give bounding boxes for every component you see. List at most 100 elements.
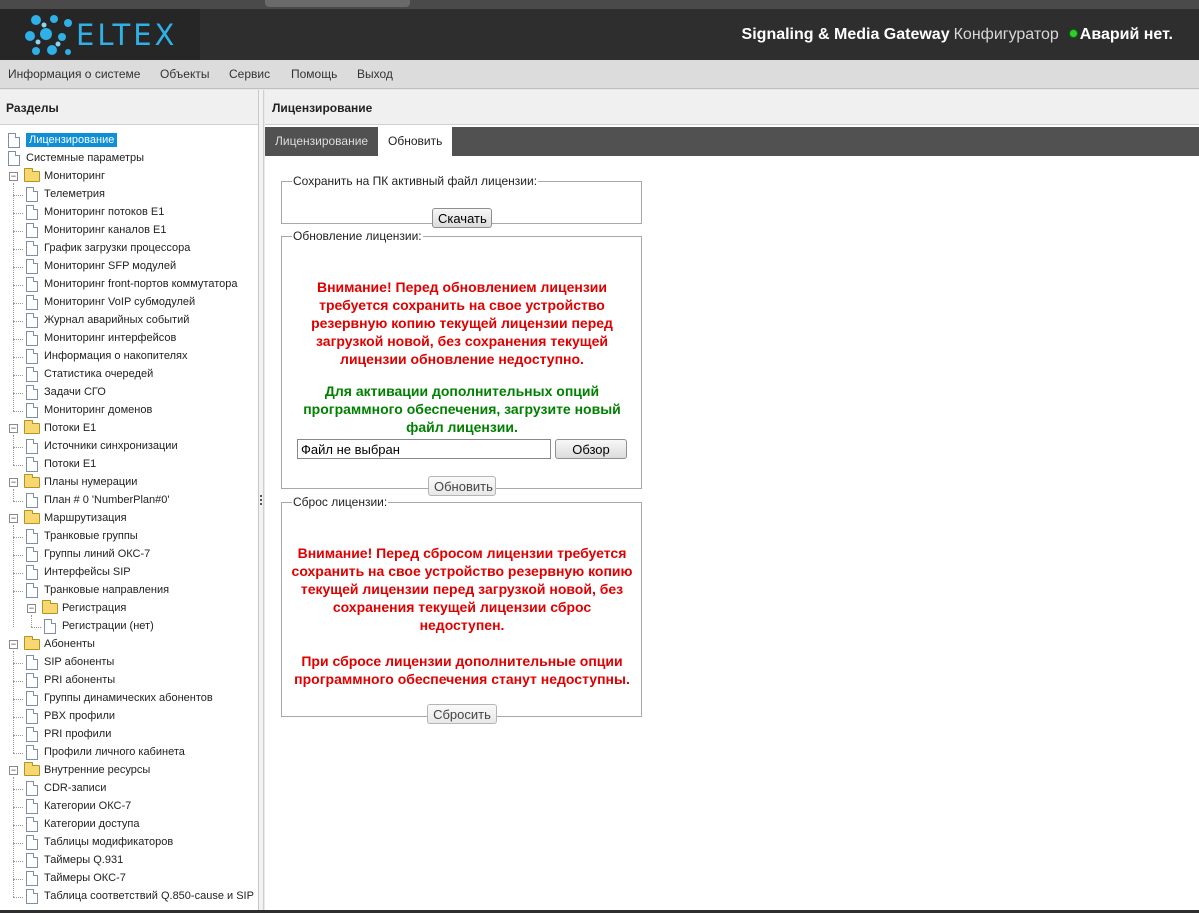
sidebar-item-label: Таймеры ОКС-7: [44, 872, 126, 884]
tree-connector: [13, 897, 23, 898]
collapse-icon[interactable]: −: [9, 424, 18, 433]
browse-button[interactable]: Обзор: [555, 439, 627, 459]
document-icon: [26, 673, 38, 688]
sidebar-item-label: Лицензирование: [26, 133, 118, 147]
sidebar-item-10[interactable]: Журнал аварийных событий: [0, 312, 258, 330]
sidebar-item-38[interactable]: Категории доступа: [0, 816, 258, 834]
sidebar-item-35[interactable]: − Внутренние ресурсы: [0, 762, 258, 780]
sidebar-item-label: Маршрутизация: [44, 512, 127, 524]
collapse-icon[interactable]: −: [9, 640, 18, 649]
update-button[interactable]: Обновить: [428, 476, 496, 496]
menu-service[interactable]: Сервис: [229, 67, 270, 81]
reset-button[interactable]: Сбросить: [427, 704, 497, 724]
sidebar-item-31[interactable]: Группы динамических абонентов: [0, 690, 258, 708]
tree-connector: [13, 183, 14, 411]
tab-licensing[interactable]: Лицензирование: [265, 127, 378, 156]
sidebar-item-5[interactable]: Мониторинг каналов E1: [0, 222, 258, 240]
sidebar-item-36[interactable]: CDR-записи: [0, 780, 258, 798]
document-icon: [26, 727, 38, 742]
sidebar-item-30[interactable]: PRI абоненты: [0, 672, 258, 690]
sidebar-item-6[interactable]: График загрузки процессора: [0, 240, 258, 258]
sidebar-item-16[interactable]: − Потоки E1: [0, 420, 258, 438]
tab-update[interactable]: Обновить: [378, 127, 452, 156]
sidebar-item-22[interactable]: Транковые группы: [0, 528, 258, 546]
document-icon: [8, 151, 20, 166]
download-button[interactable]: Скачать: [432, 208, 492, 228]
save-license-legend: Сохранить на ПК активный файл лицензии:: [293, 174, 538, 188]
sidebar-item-0[interactable]: Лицензирование: [0, 132, 258, 150]
document-icon: [26, 655, 38, 670]
document-icon: [26, 223, 38, 238]
document-icon: [26, 259, 38, 274]
sidebar-item-label: План # 0 'NumberPlan#0': [44, 494, 170, 506]
tree-connector: [13, 555, 23, 556]
sidebar-item-3[interactable]: Телеметрия: [0, 186, 258, 204]
document-icon: [26, 187, 38, 202]
sidebar-item-11[interactable]: Мониторинг интерфейсов: [0, 330, 258, 348]
sidebar-item-label: Транковые направления: [44, 584, 170, 596]
sidebar-item-9[interactable]: Мониторинг VoIP субмодулей: [0, 294, 258, 312]
sidebar-item-label: Регистрации (нет): [62, 620, 154, 632]
collapse-icon[interactable]: −: [27, 604, 36, 613]
tree-connector: [13, 861, 23, 862]
sidebar-item-15[interactable]: Мониторинг доменов: [0, 402, 258, 420]
update-license-legend: Обновление лицензии:: [293, 229, 422, 243]
sidebar-item-1[interactable]: Системные параметры: [0, 150, 258, 168]
sidebar-item-33[interactable]: PRI профили: [0, 726, 258, 744]
sidebar-item-40[interactable]: Таймеры Q.931: [0, 852, 258, 870]
collapse-icon[interactable]: −: [9, 514, 18, 523]
license-file-input[interactable]: Файл не выбран: [297, 439, 551, 459]
sidebar-item-42[interactable]: Таблица соответствий Q.850-cause и SIP: [0, 888, 258, 906]
sidebar-item-34[interactable]: Профили личного кабинета: [0, 744, 258, 762]
tree-connector: [13, 789, 23, 790]
sidebar-item-13[interactable]: Статистика очередей: [0, 366, 258, 384]
sidebar-item-label: Мониторинг интерфейсов: [44, 332, 177, 344]
sidebar-item-39[interactable]: Таблицы модификаторов: [0, 834, 258, 852]
sidebar-item-label: PRI абоненты: [44, 674, 116, 686]
menu-exit[interactable]: Выход: [357, 67, 393, 81]
sidebar-item-label: Мониторинг доменов: [44, 404, 153, 416]
tree-connector: [13, 717, 23, 718]
menu-system-info[interactable]: Информация о системе: [8, 67, 140, 81]
folder-icon: [24, 168, 40, 182]
sidebar-item-21[interactable]: − Маршрутизация: [0, 510, 258, 528]
collapse-icon[interactable]: −: [9, 172, 18, 181]
sidebar-item-19[interactable]: − Планы нумерации: [0, 474, 258, 492]
sidebar-item-32[interactable]: PBX профили: [0, 708, 258, 726]
sidebar-item-17[interactable]: Источники синхронизации: [0, 438, 258, 456]
menu-help[interactable]: Помощь: [291, 67, 337, 81]
product-name: Signaling & Media Gateway: [741, 26, 950, 43]
sidebar-item-12[interactable]: Информация о накопителях: [0, 348, 258, 366]
panel-splitter[interactable]: [259, 90, 264, 913]
sidebar-item-23[interactable]: Группы линий ОКС-7: [0, 546, 258, 564]
sidebar-item-29[interactable]: SIP абоненты: [0, 654, 258, 672]
sidebar-item-37[interactable]: Категории ОКС-7: [0, 798, 258, 816]
document-icon: [26, 349, 38, 364]
sidebar-item-25[interactable]: Транковые направления: [0, 582, 258, 600]
sidebar-item-label: Транковые группы: [44, 530, 138, 542]
folder-icon: [24, 636, 40, 650]
menu-bar: Информация о системе Объекты Сервис Помо…: [0, 60, 1199, 89]
sidebar-item-2[interactable]: − Мониторинг: [0, 168, 258, 186]
collapse-icon[interactable]: −: [9, 766, 18, 775]
sidebar-item-27[interactable]: Регистрации (нет): [0, 618, 258, 636]
sidebar-item-18[interactable]: Потоки E1: [0, 456, 258, 474]
sidebar-item-label: Планы нумерации: [44, 476, 138, 488]
sidebar-item-label: Категории доступа: [44, 818, 140, 830]
sidebar-item-7[interactable]: Мониторинг SFP модулей: [0, 258, 258, 276]
sidebar-item-20[interactable]: План # 0 'NumberPlan#0': [0, 492, 258, 510]
sidebar-item-8[interactable]: Мониторинг front-портов коммутатора: [0, 276, 258, 294]
tree-connector: [13, 303, 23, 304]
sidebar-item-4[interactable]: Мониторинг потоков E1: [0, 204, 258, 222]
sidebar-item-24[interactable]: Интерфейсы SIP: [0, 564, 258, 582]
sidebar-item-14[interactable]: Задачи СГО: [0, 384, 258, 402]
update-info-text: Для активации дополнительных опций прогр…: [303, 383, 621, 435]
sidebar-item-41[interactable]: Таймеры ОКС-7: [0, 870, 258, 888]
collapse-icon[interactable]: −: [9, 478, 18, 487]
sidebar-item-28[interactable]: − Абоненты: [0, 636, 258, 654]
menu-objects[interactable]: Объекты: [160, 67, 210, 81]
sidebar-item-label: Системные параметры: [26, 152, 145, 164]
document-icon: [26, 205, 38, 220]
sidebar-item-26[interactable]: − Регистрация: [0, 600, 258, 618]
reset-warning-text: Внимание! Перед сбросом лицензии требует…: [291, 545, 633, 633]
